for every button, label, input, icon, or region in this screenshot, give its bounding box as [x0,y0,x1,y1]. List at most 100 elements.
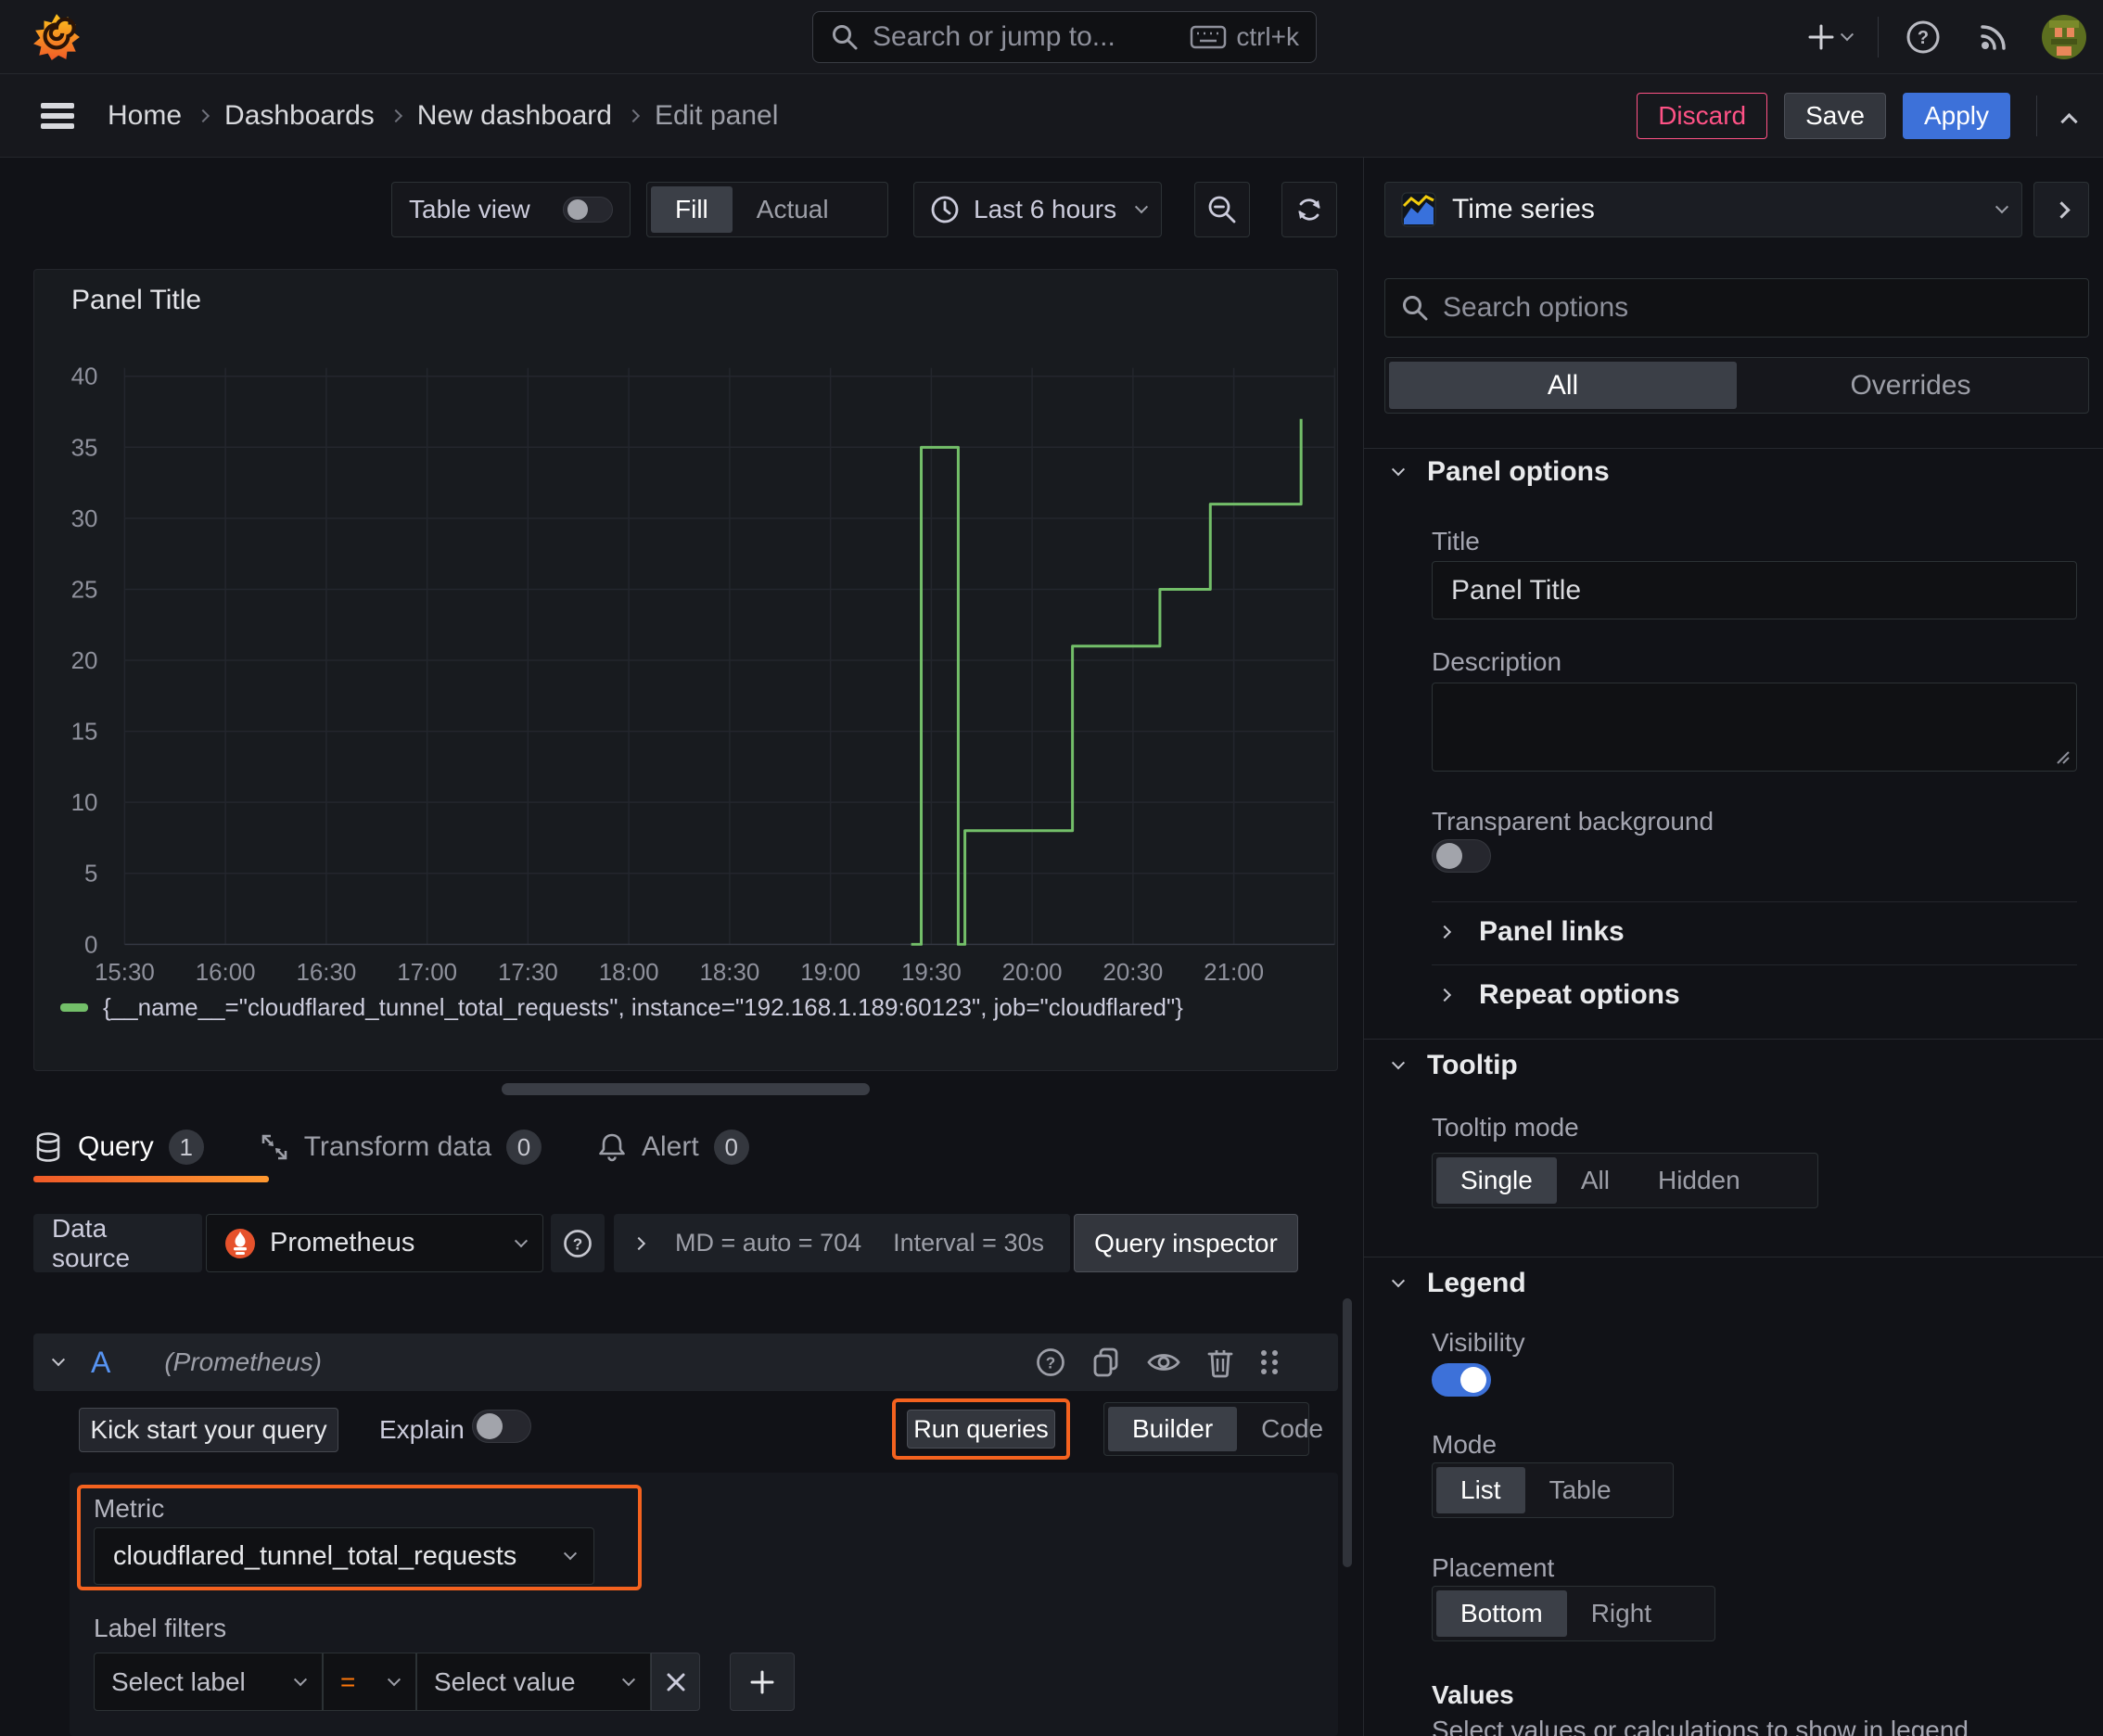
legend-series-label: {__name__="cloudflared_tunnel_total_requ… [103,993,1183,1021]
time-range-picker[interactable]: Last 6 hours [913,182,1162,237]
resize-handle-icon[interactable] [2054,748,2071,765]
divider [1364,1039,2103,1040]
options-search-input[interactable]: Search options [1384,278,2089,338]
global-search-input[interactable]: Search or jump to... ctrl+k [812,11,1317,63]
kick-start-button[interactable]: Kick start your query [79,1408,338,1452]
tooltip-all-option[interactable]: All [1557,1157,1634,1204]
legend-visibility-toggle[interactable] [1432,1363,1491,1397]
tab-query[interactable]: Query 1 [33,1130,204,1165]
tab-alert-label: Alert [642,1131,699,1162]
panel-links-section-header[interactable]: Panel links [1437,916,1625,948]
grafana-logo-icon[interactable] [32,12,82,62]
collapse-options-button[interactable] [2033,182,2089,237]
tooltip-section-header[interactable]: Tooltip [1391,1050,1518,1081]
tab-query-label: Query [78,1131,154,1162]
refresh-button[interactable] [1281,182,1337,237]
code-option[interactable]: Code [1237,1407,1347,1451]
query-row-header[interactable]: A (Prometheus) ? [33,1334,1338,1391]
tab-alert[interactable]: Alert 0 [597,1130,749,1165]
datasource-help-button[interactable]: ? [551,1214,605,1272]
duplicate-query-icon[interactable] [1090,1346,1123,1379]
legend-table-option[interactable]: Table [1525,1467,1636,1513]
zoom-out-icon [1208,196,1236,223]
datasource-picker[interactable]: Prometheus [206,1214,543,1272]
svg-text:20:30: 20:30 [1102,960,1163,986]
user-avatar[interactable] [2042,15,2086,59]
chevron-down-icon [51,1353,66,1367]
tooltip-hidden-option[interactable]: Hidden [1634,1157,1765,1204]
breadcrumb-bar: Home Dashboards New dashboard Edit panel… [0,74,2103,158]
panel-options-section-header[interactable]: Panel options [1391,456,1610,488]
add-filter-button[interactable] [730,1653,795,1711]
explain-toggle[interactable] [472,1410,531,1443]
query-help-icon[interactable]: ? [1034,1346,1067,1379]
builder-option[interactable]: Builder [1108,1407,1238,1451]
tooltip-single-option[interactable]: Single [1436,1157,1557,1204]
chevron-down-icon [1391,463,1406,477]
run-queries-button[interactable]: Run queries [907,1410,1055,1449]
divider [1432,964,2077,965]
description-label: Description [1432,647,1562,676]
breadcrumb-new-dashboard[interactable]: New dashboard [417,100,612,132]
visualization-name: Time series [1452,194,1595,224]
repeat-options-section-header[interactable]: Repeat options [1437,979,1680,1011]
help-button[interactable]: ? [1905,19,1942,56]
legend-section-header[interactable]: Legend [1391,1268,1526,1299]
legend-swatch [60,1003,88,1012]
tooltip-mode-label: Tooltip mode [1432,1113,1579,1142]
query-inspector-button[interactable]: Query inspector [1074,1214,1298,1272]
title-input[interactable]: Panel Title [1432,561,2077,619]
placement-bottom-option[interactable]: Bottom [1436,1590,1567,1637]
search-shortcut: ctrl+k [1236,22,1299,51]
tab-all[interactable]: All [1389,362,1737,409]
news-button[interactable] [1975,19,2012,56]
chart-legend[interactable]: {__name__="cloudflared_tunnel_total_requ… [60,993,1183,1022]
svg-text:15: 15 [71,720,98,746]
save-button[interactable]: Save [1784,93,1886,139]
svg-text:20: 20 [71,648,98,674]
close-icon [667,1673,684,1691]
chevron-right-icon [1437,988,1452,1002]
operator-dropdown[interactable]: = [323,1653,416,1711]
run-queries-highlight: Run queries [892,1398,1070,1460]
scrollbar-thumb[interactable] [1343,1298,1352,1567]
remove-filter-button[interactable] [651,1653,700,1711]
breadcrumb: Home Dashboards New dashboard Edit panel [108,74,778,158]
transparent-background-toggle[interactable] [1432,839,1491,873]
apply-button[interactable]: Apply [1902,93,2010,139]
tab-transform[interactable]: Transform data 0 [260,1130,542,1165]
legend-list-option[interactable]: List [1436,1467,1525,1513]
description-textarea[interactable] [1432,683,2077,772]
drag-handle-icon[interactable] [1258,1347,1281,1378]
delete-query-icon[interactable] [1204,1346,1236,1379]
label-filters-label: Label filters [94,1614,227,1642]
breadcrumb-dashboards[interactable]: Dashboards [224,100,375,132]
plus-icon [1808,24,1834,50]
metric-select[interactable]: cloudflared_tunnel_total_requests [94,1527,594,1585]
fill-actual-switch: Fill Actual [646,182,888,237]
visualization-picker[interactable]: Time series [1384,182,2022,237]
pane-resize-handle[interactable] [502,1083,870,1095]
repeat-options-label: Repeat options [1479,979,1680,1010]
zoom-out-button[interactable] [1194,182,1250,237]
hide-query-icon[interactable] [1145,1346,1182,1379]
fill-option[interactable]: Fill [651,186,733,233]
add-menu-button[interactable] [1805,21,1854,53]
table-view-toggle[interactable] [563,197,613,223]
collapse-header-button[interactable] [2060,112,2078,130]
svg-text:30: 30 [71,506,98,532]
query-options-bar[interactable]: MD = auto = 704 Interval = 30s [614,1214,1070,1272]
tab-transform-label: Transform data [303,1131,491,1162]
svg-text:?: ? [1918,28,1929,48]
actual-option[interactable]: Actual [733,186,853,233]
menu-toggle-button[interactable] [41,101,78,131]
select-label-dropdown[interactable]: Select label [94,1653,323,1711]
tab-overrides[interactable]: Overrides [1737,362,2084,409]
select-value-dropdown[interactable]: Select value [416,1653,651,1711]
alert-count-badge: 0 [713,1130,749,1165]
chevron-right-icon [1437,925,1452,939]
breadcrumb-home[interactable]: Home [108,100,182,132]
discard-button[interactable]: Discard [1637,93,1768,139]
chevron-down-icon [1391,1274,1406,1288]
placement-right-option[interactable]: Right [1567,1590,1676,1637]
